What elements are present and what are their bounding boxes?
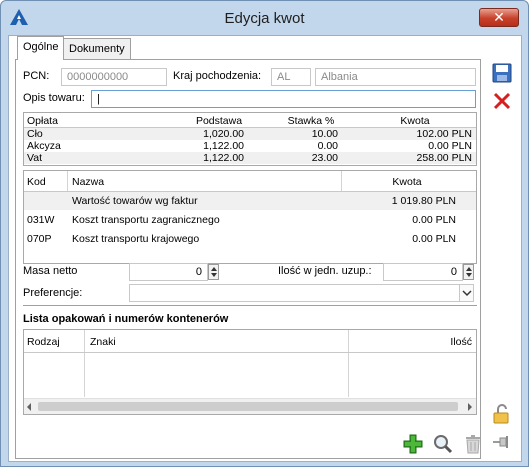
lock-icon	[493, 404, 509, 424]
cost-code: 031W	[27, 214, 55, 226]
add-button[interactable]	[401, 433, 425, 455]
fee-name: Vat	[27, 152, 42, 164]
costs-row[interactable]: Wartość towarów wg faktur 1 019.80 PLN	[24, 192, 476, 210]
costs-header-name: Nazwa	[72, 176, 105, 188]
cost-amount: 0.00 PLN	[412, 214, 456, 226]
quantity-spinner[interactable]	[463, 264, 474, 280]
costs-row[interactable]: 070P Koszt transportu krajowego 0.00 PLN	[24, 230, 476, 248]
delete-button[interactable]	[461, 433, 485, 455]
containers-header-quantity: Ilość	[450, 336, 472, 348]
costs-table: Kod Nazwa Kwota Wartość towarów wg faktu…	[23, 170, 477, 264]
dialog-body: Ogólne Dokumenty PCN: 0000000000 Kraj po…	[8, 35, 522, 462]
window: Edycja kwot ✕ Ogólne Dokumenty PCN: 0000…	[0, 0, 529, 467]
cost-code: 070P	[27, 233, 52, 245]
cancel-icon	[493, 92, 511, 110]
horizontal-scrollbar[interactable]	[24, 398, 476, 414]
magnifier-icon	[434, 435, 453, 454]
cost-amount: 0.00 PLN	[412, 233, 456, 245]
fees-header-rate: Stawka %	[287, 115, 335, 127]
close-button[interactable]: ✕	[479, 8, 519, 27]
general-panel: PCN: 0000000000 Kraj pochodzenia: AL Alb…	[15, 59, 481, 459]
containers-header-type: Rodzaj	[27, 336, 60, 348]
fees-table: Opłata Podstawa Stawka % Kwota Cło 1,020…	[23, 112, 477, 166]
fee-name: Cło	[27, 128, 43, 140]
preview-button[interactable]	[431, 433, 455, 455]
country-label: Kraj pochodzenia:	[173, 70, 262, 82]
preference-label: Preferencje:	[23, 287, 83, 299]
fees-row[interactable]: Vat 1,122.00 23.00 258.00 PLN	[24, 152, 476, 164]
lock-button[interactable]	[489, 401, 513, 425]
fee-amount: 258.00 PLN	[416, 152, 472, 164]
fees-row[interactable]: Cło 1,020.00 10.00 102.00 PLN	[24, 128, 476, 140]
quantity-label: Ilość w jedn. uzup.:	[278, 265, 372, 277]
fee-amount: 102.00 PLN	[416, 128, 472, 140]
fees-header-fee: Opłata	[27, 115, 58, 127]
scroll-right-icon[interactable]	[468, 403, 472, 411]
fee-base: 1,020.00	[203, 128, 244, 140]
weight-field[interactable]: 0	[129, 263, 208, 281]
fees-header-amount: Kwota	[400, 115, 430, 127]
cost-amount: 1 019.80 PLN	[391, 195, 456, 207]
fee-base: 1,122.00	[203, 152, 244, 164]
scroll-left-icon[interactable]	[27, 403, 31, 411]
tab-documents[interactable]: Dokumenty	[63, 38, 131, 60]
add-icon	[403, 434, 423, 454]
weight-spinner[interactable]	[208, 264, 219, 280]
cancel-button[interactable]	[489, 88, 513, 112]
save-icon	[492, 63, 512, 83]
separator	[23, 305, 477, 307]
pcn-field[interactable]: 0000000000	[61, 68, 167, 86]
containers-header-marks: Znaki	[90, 336, 116, 348]
save-button[interactable]	[489, 60, 513, 84]
description-field[interactable]: |	[91, 90, 476, 108]
fee-name: Akcyza	[27, 140, 61, 152]
pin-icon	[493, 436, 508, 448]
window-title: Edycja kwot	[224, 10, 305, 27]
fee-amount: 0.00 PLN	[428, 140, 472, 152]
country-name-field[interactable]: Albania	[315, 68, 476, 86]
containers-title: Lista opakowań i numerów kontenerów	[23, 313, 229, 325]
containers-table: Rodzaj Znaki Ilość	[23, 329, 477, 415]
quantity-field[interactable]: 0	[383, 263, 463, 281]
preference-select[interactable]	[129, 284, 474, 302]
fee-rate: 0.00	[317, 140, 338, 152]
pin-button[interactable]	[489, 429, 513, 453]
fee-rate: 10.00	[311, 128, 338, 140]
cost-name: Koszt transportu zagranicznego	[72, 214, 220, 226]
country-code-field[interactable]: AL	[271, 68, 311, 86]
costs-header-amount: Kwota	[392, 176, 422, 188]
pcn-label: PCN:	[23, 70, 50, 82]
weight-label: Masa netto	[23, 265, 78, 277]
fees-row[interactable]: Akcyza 1,122.00 0.00 0.00 PLN	[24, 140, 476, 152]
fee-rate: 23.00	[311, 152, 338, 164]
cost-name: Koszt transportu krajowego	[72, 233, 200, 245]
fee-base: 1,122.00	[203, 140, 244, 152]
description-label: Opis towaru:	[23, 92, 85, 104]
tab-general[interactable]: Ogólne	[17, 36, 65, 60]
chevron-down-icon[interactable]	[459, 285, 473, 301]
costs-row[interactable]: 031W Koszt transportu zagranicznego 0.00…	[24, 211, 476, 229]
fees-header-base: Podstawa	[195, 115, 243, 127]
cost-name: Wartość towarów wg faktur	[72, 195, 198, 207]
title-bar[interactable]: Edycja kwot ✕	[1, 1, 528, 35]
costs-header-code: Kod	[27, 176, 46, 188]
scroll-thumb[interactable]	[38, 402, 458, 411]
trash-icon	[466, 435, 480, 454]
